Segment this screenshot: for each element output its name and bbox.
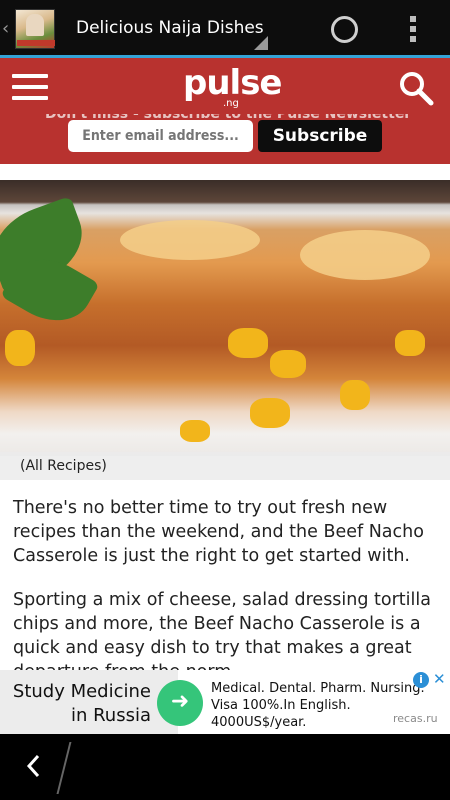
- corn-kernel: [270, 350, 306, 378]
- article-paragraph: There's no better time to try out fresh …: [13, 498, 424, 566]
- ad-headline[interactable]: Study Medicine in Russia: [0, 680, 151, 728]
- hamburger-menu-icon[interactable]: [12, 74, 48, 100]
- overflow-menu-icon[interactable]: [410, 16, 418, 44]
- newsletter-bar: Don't miss - subscribe to the Pulse News…: [0, 114, 450, 164]
- back-icon[interactable]: [24, 752, 44, 780]
- site-header: pulse .ng: [0, 58, 450, 114]
- chef-figure: [26, 14, 44, 36]
- corn-kernel: [180, 420, 210, 442]
- app-title[interactable]: Delicious Naija Dishes: [76, 18, 264, 38]
- thumbnail-banner: [17, 40, 55, 46]
- corn-kernel: [250, 398, 290, 428]
- spinner-arrow-icon[interactable]: [254, 36, 268, 50]
- ad-info-icon[interactable]: i: [413, 672, 429, 688]
- loading-circle-icon[interactable]: [331, 16, 358, 43]
- ad-banner[interactable]: Study Medicine in Russia ➜ Medical. Dent…: [0, 670, 450, 734]
- corn-kernel: [228, 328, 268, 358]
- nav-divider: [56, 742, 72, 794]
- pulse-logo[interactable]: pulse .ng: [183, 64, 282, 110]
- cheese-shred: [120, 220, 260, 260]
- cheese-shred: [300, 230, 430, 280]
- action-bar: ‹ Delicious Naija Dishes: [0, 0, 450, 58]
- search-icon[interactable]: [398, 70, 434, 106]
- image-caption: (All Recipes): [0, 452, 450, 480]
- article-paragraph: Sporting a mix of cheese, salad dressing…: [13, 590, 431, 670]
- ad-source: recas.ru: [393, 712, 438, 725]
- navigation-bar: [0, 734, 450, 800]
- email-input[interactable]: [68, 120, 253, 152]
- article-content[interactable]: (All Recipes) There's no better time to …: [0, 164, 450, 670]
- corn-kernel: [5, 330, 35, 366]
- corn-kernel: [395, 330, 425, 356]
- logo-domain: .ng: [223, 98, 239, 109]
- logo-text: pulse: [183, 63, 282, 103]
- app-thumbnail[interactable]: [15, 9, 55, 49]
- up-chevron-icon[interactable]: ‹: [2, 18, 9, 39]
- arrow-right-icon[interactable]: ➜: [157, 680, 203, 726]
- subscribe-button[interactable]: Subscribe: [258, 120, 382, 152]
- recipe-image: [0, 180, 450, 456]
- ad-close-icon[interactable]: ✕: [433, 670, 446, 688]
- corn-kernel: [340, 380, 370, 410]
